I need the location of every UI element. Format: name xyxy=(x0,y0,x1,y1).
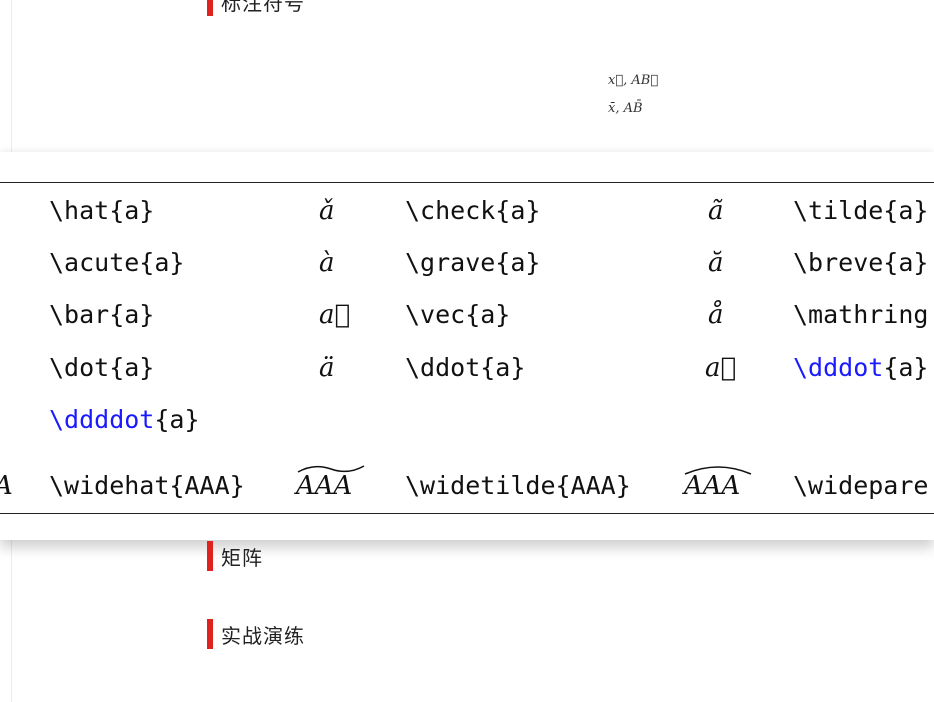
table-cell-command: \widepare xyxy=(793,471,929,500)
heading-accent-bar xyxy=(207,0,213,16)
formula-vector-bar: x̄, AB̄ xyxy=(608,101,643,116)
table-cell-symbol-widetilde: AAA xyxy=(296,471,353,501)
table-cell-command: \hat{a} xyxy=(49,196,155,225)
heading-text: 矩阵 xyxy=(221,545,263,570)
table-cell-command: \vec{a} xyxy=(405,300,511,329)
accent-table: \hat{a} ǎ \check{a} ã \tilde{a} \acute{a… xyxy=(0,182,934,514)
table-cell-symbol: ä xyxy=(319,353,335,383)
accent-symbol-table-popup[interactable]: \hat{a} ǎ \check{a} ã \tilde{a} \acute{a… xyxy=(0,152,934,540)
table-cell-command: \acute{a} xyxy=(49,248,185,277)
table-cell-command: \widetilde{AAA} xyxy=(405,471,631,500)
table-cell-symbol-cut: A xyxy=(0,471,13,501)
heading-text: 实战演练 xyxy=(221,623,305,648)
section-heading-annotation-symbols[interactable]: 标注符号 xyxy=(207,0,305,16)
table-cell-command: \tilde{a} xyxy=(793,196,929,225)
command-argument: {a} xyxy=(154,405,200,434)
table-cell-command: \bar{a} xyxy=(49,300,155,329)
table-cell-symbol: ă xyxy=(708,248,724,278)
section-heading-matrix[interactable]: 矩阵 xyxy=(207,541,263,571)
table-cell-symbol: à xyxy=(319,248,335,278)
table-cell-symbol: a⃗ xyxy=(319,300,351,330)
table-cell-symbol: a⃛ xyxy=(705,353,737,383)
table-cell-symbol: ã xyxy=(708,196,724,226)
heading-accent-bar xyxy=(207,541,213,571)
widehat-accent xyxy=(684,466,752,475)
table-cell-command: \widehat{AAA} xyxy=(49,471,245,500)
table-cell-command: \dot{a} xyxy=(49,353,155,382)
formula-vector-arrow: x⃗, AB⃗ xyxy=(608,73,659,88)
table-cell-command: \mathring xyxy=(793,300,929,329)
heading-accent-bar xyxy=(207,619,213,649)
table-cell-symbol: å xyxy=(708,300,724,330)
command-argument: {a} xyxy=(883,353,929,382)
section-heading-practice[interactable]: 实战演练 xyxy=(207,619,305,649)
table-cell-command: \check{a} xyxy=(405,196,541,225)
table-cell-command: \dddot{a} xyxy=(793,353,928,383)
table-cell-command: \breve{a} xyxy=(793,248,929,277)
command-highlight: \dddot xyxy=(793,353,884,382)
widetilde-accent xyxy=(297,465,365,473)
table-cell-command: \grave{a} xyxy=(405,248,541,277)
table-cell-symbol: ǎ xyxy=(319,196,335,226)
table-cell-command: \ddddot{a} xyxy=(49,405,200,435)
table-cell-command: \ddot{a} xyxy=(405,353,526,382)
heading-text: 标注符号 xyxy=(221,0,305,15)
command-highlight: \ddddot xyxy=(49,405,155,434)
